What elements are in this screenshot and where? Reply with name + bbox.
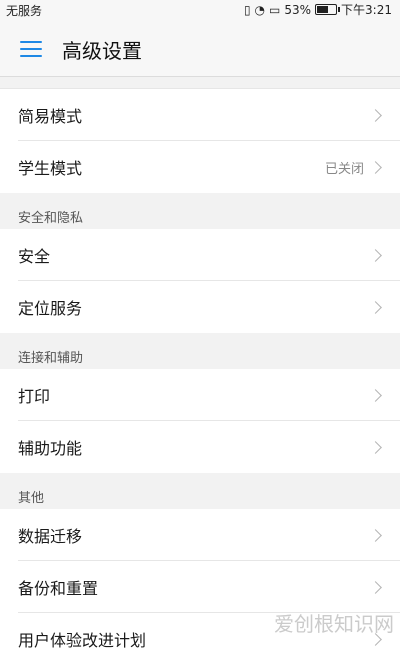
chevron-right-icon (369, 108, 382, 122)
page-title: 高级设置 (62, 39, 142, 63)
section-header-other: 其他 (0, 473, 400, 509)
section-title: 安全和隐私 (18, 211, 84, 226)
setting-row-data-migration[interactable]: 数据迁移 (0, 509, 400, 561)
setting-row-student-mode[interactable]: 学生模式 已关闭 (0, 141, 400, 193)
chevron-right-icon (369, 580, 382, 594)
chevron-right-icon (369, 300, 382, 314)
row-label: 备份和重置 (18, 579, 99, 598)
battery-icon (315, 4, 341, 15)
row-label: 数据迁移 (18, 527, 83, 546)
row-value: 已关闭 (324, 161, 364, 177)
setting-row-print[interactable]: 打印 (0, 369, 400, 421)
chevron-right-icon (369, 528, 382, 542)
row-label: 安全 (18, 247, 51, 266)
vibrate-icon: ▯ (243, 2, 251, 17)
chevron-right-icon (369, 248, 382, 262)
sim-icon: ▭ (269, 2, 281, 17)
row-label: 学生模式 (18, 159, 83, 178)
chevron-right-icon (369, 440, 382, 454)
chevron-right-icon (369, 388, 382, 402)
setting-row-accessibility[interactable]: 辅助功能 (0, 421, 400, 473)
wifi-icon: ◔ (254, 2, 266, 17)
section-title: 其他 (18, 491, 45, 506)
setting-row-backup-reset[interactable]: 备份和重置 (0, 561, 400, 613)
watermark-text: 爱创根知识网 (274, 612, 394, 636)
hamburger-menu-icon[interactable] (20, 41, 42, 57)
settings-list: 简易模式 学生模式 已关闭 安全和隐私 安全 定位服务 连接和辅助 打印 辅助功… (0, 88, 400, 665)
battery-percent: 53% (284, 2, 312, 17)
setting-row-security[interactable]: 安全 (0, 229, 400, 281)
row-label: 简易模式 (18, 107, 83, 126)
row-label: 用户体验改进计划 (18, 631, 147, 650)
battery-fill (317, 6, 328, 13)
row-label: 定位服务 (18, 299, 83, 318)
row-label: 辅助功能 (18, 439, 83, 458)
section-header-connection-assist: 连接和辅助 (0, 333, 400, 369)
chevron-right-icon (369, 160, 382, 174)
setting-row-simple-mode[interactable]: 简易模式 (0, 89, 400, 141)
status-icons: ▯ ◔ ▭ 53% 下午3:21 (244, 1, 392, 18)
setting-row-location-services[interactable]: 定位服务 (0, 281, 400, 333)
row-label: 打印 (18, 387, 51, 406)
section-header-security-privacy: 安全和隐私 (0, 193, 400, 229)
carrier-status: 无服务 (6, 4, 43, 18)
clock: 下午3:21 (341, 3, 392, 17)
app-header: 高级设置 (0, 20, 400, 77)
section-title: 连接和辅助 (18, 351, 84, 366)
status-bar: 无服务 ▯ ◔ ▭ 53% 下午3:21 (0, 0, 400, 20)
